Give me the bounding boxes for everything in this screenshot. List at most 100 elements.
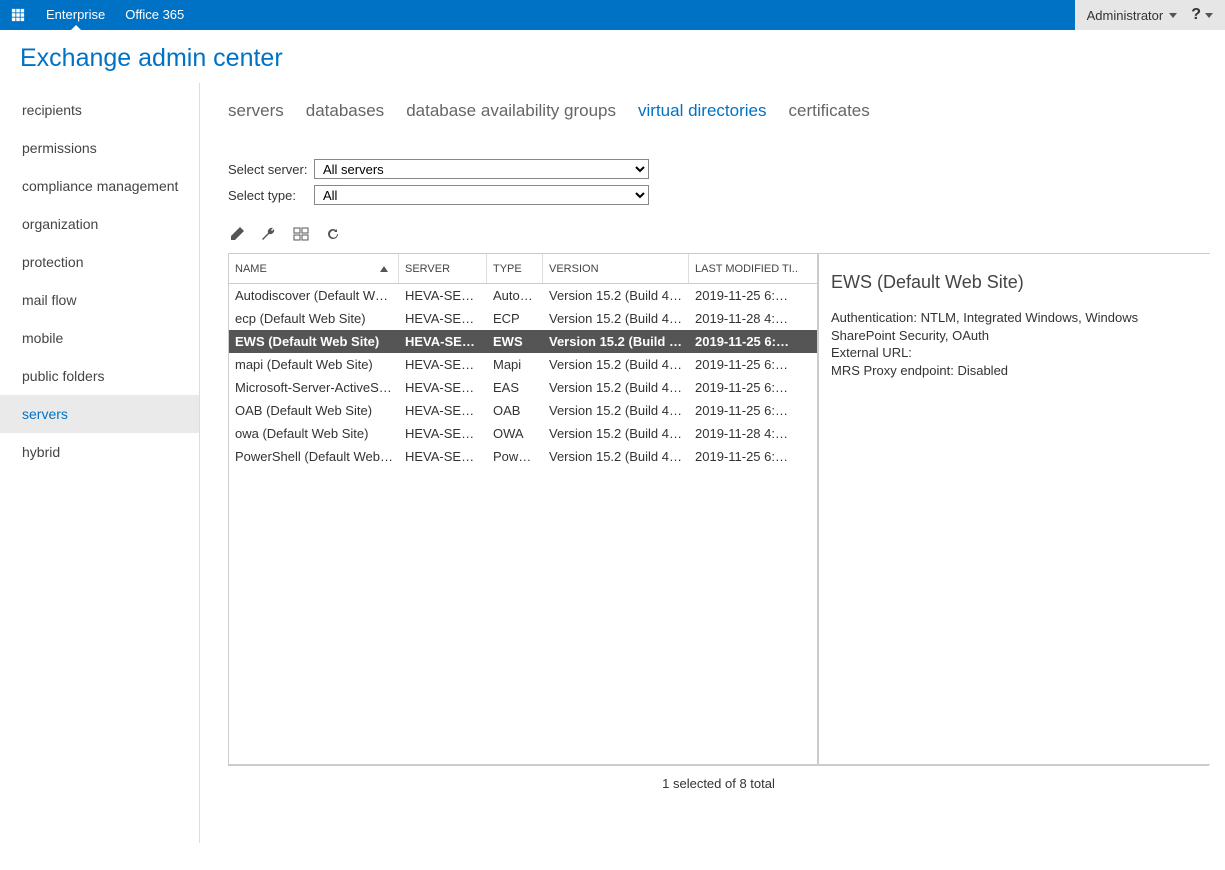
cell: Mapi: [487, 357, 543, 372]
admin-dropdown[interactable]: Administrator: [1087, 8, 1178, 23]
top-link-office365[interactable]: Office 365: [115, 0, 194, 30]
cell: ECP: [487, 311, 543, 326]
cell: ecp (Default Web Site): [229, 311, 399, 326]
cell: HEVA-SERV...: [399, 334, 487, 349]
table-row[interactable]: Microsoft-Server-ActiveSync ...HEVA-SERV…: [229, 376, 817, 399]
cell: HEVA-SERV...: [399, 449, 487, 464]
cell: OAB: [487, 403, 543, 418]
details-auth: Authentication: NTLM, Integrated Windows…: [831, 309, 1198, 344]
sidebar-item-protection[interactable]: protection: [0, 243, 199, 281]
cell: OAB (Default Web Site): [229, 403, 399, 418]
cell: Autodiscover (Default Web S...: [229, 288, 399, 303]
table-row[interactable]: OAB (Default Web Site)HEVA-SERV...OABVer…: [229, 399, 817, 422]
main-content: servers databases database availability gr…: [200, 83, 1225, 843]
cell: HEVA-SERV...: [399, 288, 487, 303]
cell: Version 15.2 (Build 464...: [543, 334, 689, 349]
cell: HEVA-SERV...: [399, 426, 487, 441]
column-type[interactable]: TYPE: [487, 254, 543, 283]
caret-down-icon: [1205, 13, 1213, 18]
cell: Microsoft-Server-ActiveSync ...: [229, 380, 399, 395]
filters: Select server: All servers Select type: …: [228, 159, 1217, 205]
cell: EWS (Default Web Site): [229, 334, 399, 349]
cell: PowerShell (Default Web Site): [229, 449, 399, 464]
help-icon: ?: [1191, 6, 1201, 24]
table-body: Autodiscover (Default Web S...HEVA-SERV.…: [229, 284, 817, 764]
cell: 2019-11-25 6:12 ...: [689, 380, 799, 395]
cell: Version 15.2 (Build 464...: [543, 426, 689, 441]
select-type-dropdown[interactable]: All: [314, 185, 649, 205]
top-link-enterprise[interactable]: Enterprise: [36, 0, 115, 30]
cell: Power...: [487, 449, 543, 464]
column-server[interactable]: SERVER: [399, 254, 487, 283]
tab-bar: servers databases database availability gr…: [228, 91, 1217, 145]
sidebar-item-recipients[interactable]: recipients: [0, 91, 199, 129]
cell: Autod...: [487, 288, 543, 303]
select-server-dropdown[interactable]: All servers: [314, 159, 649, 179]
admin-label: Administrator: [1087, 8, 1164, 23]
column-version[interactable]: VERSION: [543, 254, 689, 283]
cell: HEVA-SERV...: [399, 403, 487, 418]
cell: 2019-11-25 6:12 ...: [689, 403, 799, 418]
reset-icon[interactable]: [292, 225, 310, 243]
sidebar-item-servers[interactable]: servers: [0, 395, 199, 433]
cell: EWS: [487, 334, 543, 349]
tab-databases[interactable]: databases: [306, 101, 384, 121]
cell: HEVA-SERV...: [399, 311, 487, 326]
cell: mapi (Default Web Site): [229, 357, 399, 372]
top-bar: Enterprise Office 365 Administrator ?: [0, 0, 1225, 30]
cell: HEVA-SERV...: [399, 380, 487, 395]
tab-certificates[interactable]: certificates: [789, 101, 870, 121]
column-name[interactable]: NAME: [229, 254, 399, 283]
edit-icon[interactable]: [228, 225, 246, 243]
topbar-left: Enterprise Office 365: [0, 0, 194, 30]
cell: 2019-11-25 6:12 ...: [689, 288, 799, 303]
sidebar-item-compliance-management[interactable]: compliance management: [0, 167, 199, 205]
page-title: Exchange admin center: [0, 30, 1225, 83]
cell: EAS: [487, 380, 543, 395]
table-row[interactable]: Autodiscover (Default Web S...HEVA-SERV.…: [229, 284, 817, 307]
help-dropdown[interactable]: ?: [1191, 6, 1213, 24]
details-external-url: External URL:: [831, 344, 1198, 362]
tab-virtual-directories[interactable]: virtual directories: [638, 101, 767, 121]
table-header: NAME SERVER TYPE VERSION LAST MODIFIED T…: [229, 254, 817, 284]
cell: 2019-11-28 4:31 ...: [689, 311, 799, 326]
cell: 2019-11-28 4:29 ...: [689, 426, 799, 441]
caret-down-icon: [1169, 13, 1177, 18]
details-pane: EWS (Default Web Site) Authentication: N…: [818, 253, 1210, 765]
virtual-directories-table: NAME SERVER TYPE VERSION LAST MODIFIED T…: [228, 253, 818, 765]
table-row[interactable]: EWS (Default Web Site)HEVA-SERV...EWSVer…: [229, 330, 817, 353]
cell: 2019-11-25 6:12 ...: [689, 449, 799, 464]
table-row[interactable]: ecp (Default Web Site)HEVA-SERV...ECPVer…: [229, 307, 817, 330]
cell: Version 15.2 (Build 464...: [543, 288, 689, 303]
details-mrs: MRS Proxy endpoint: Disabled: [831, 362, 1198, 380]
column-last-modified[interactable]: LAST MODIFIED TI...: [689, 254, 799, 283]
table-row[interactable]: mapi (Default Web Site)HEVA-SERV...MapiV…: [229, 353, 817, 376]
app-launcher-icon[interactable]: [0, 0, 36, 30]
toolbar: [228, 211, 1217, 253]
cell: OWA: [487, 426, 543, 441]
sidebar-item-hybrid[interactable]: hybrid: [0, 433, 199, 471]
sidebar-item-mobile[interactable]: mobile: [0, 319, 199, 357]
cell: 2019-11-25 6:12 ...: [689, 357, 799, 372]
tab-servers[interactable]: servers: [228, 101, 284, 121]
select-server-label: Select server:: [228, 162, 314, 177]
sidebar-item-mail-flow[interactable]: mail flow: [0, 281, 199, 319]
cell: owa (Default Web Site): [229, 426, 399, 441]
table-row[interactable]: owa (Default Web Site)HEVA-SERV...OWAVer…: [229, 422, 817, 445]
status-bar: 1 selected of 8 total: [228, 765, 1209, 801]
tab-database-availability-groups[interactable]: database availability groups: [406, 101, 616, 121]
cell: Version 15.2 (Build 464...: [543, 403, 689, 418]
sidebar-item-public-folders[interactable]: public folders: [0, 357, 199, 395]
cell: 2019-11-25 6:11 ...: [689, 334, 799, 349]
sidebar-item-organization[interactable]: organization: [0, 205, 199, 243]
refresh-icon[interactable]: [324, 225, 342, 243]
table-row[interactable]: PowerShell (Default Web Site)HEVA-SERV..…: [229, 445, 817, 468]
details-title: EWS (Default Web Site): [831, 272, 1198, 293]
cell: Version 15.2 (Build 464...: [543, 357, 689, 372]
cell: HEVA-SERV...: [399, 357, 487, 372]
sidebar: recipientspermissionscompliance manageme…: [0, 83, 200, 843]
topbar-right: Administrator ?: [1075, 0, 1225, 30]
cell: Version 15.2 (Build 464...: [543, 449, 689, 464]
wrench-icon[interactable]: [260, 225, 278, 243]
sidebar-item-permissions[interactable]: permissions: [0, 129, 199, 167]
